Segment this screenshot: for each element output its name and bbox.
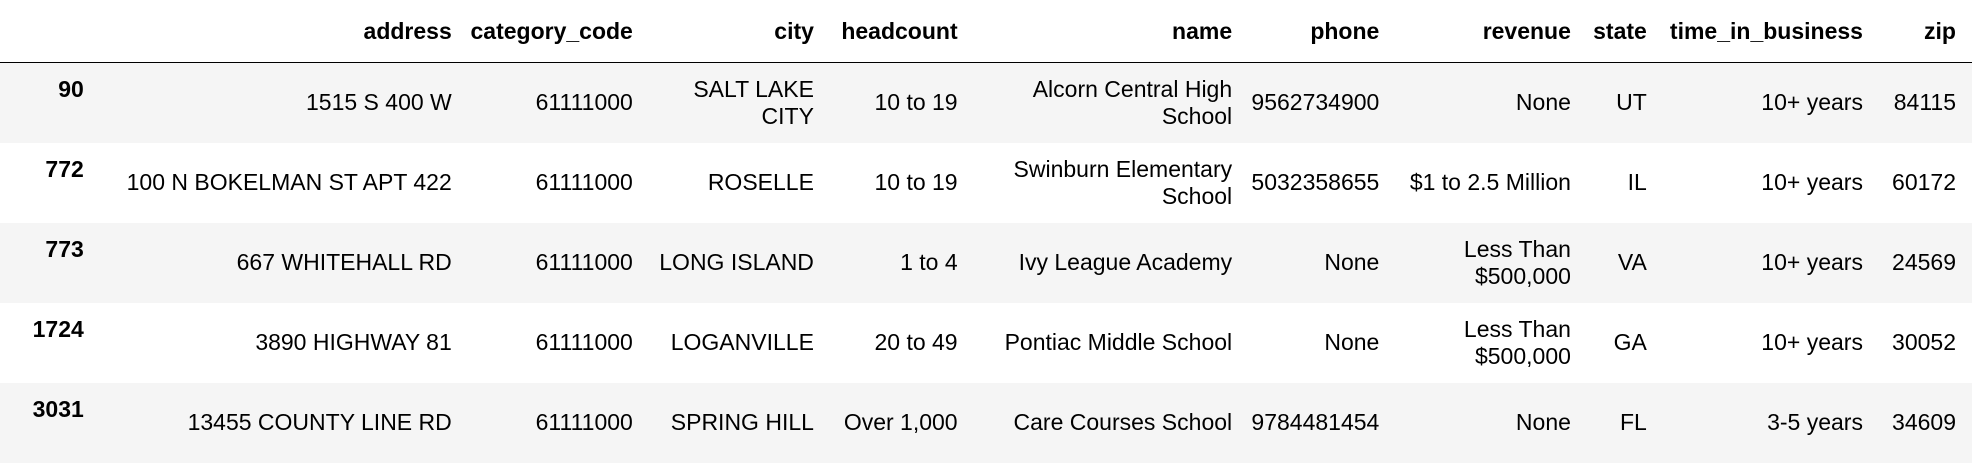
cell-zip: 34609 <box>1892 409 1956 435</box>
cell-address: 100 N BOKELMAN ST APT 422 <box>126 169 452 195</box>
column-header-headcount: headcount <box>825 0 970 63</box>
cell-city: LOGANVILLE <box>670 329 814 355</box>
column-header-phone: phone <box>1244 0 1392 63</box>
column-header-name: name <box>969 0 1245 63</box>
cell-name: Care Courses School <box>1013 409 1233 435</box>
cell-revenue: None <box>1515 409 1571 435</box>
column-header-state: state <box>1582 0 1659 63</box>
cell-city: SPRING HILL <box>670 409 814 435</box>
cell-time-in-business: 10+ years <box>1761 249 1863 275</box>
cell-time-in-business: 10+ years <box>1761 89 1863 116</box>
cell-state: FL <box>1619 409 1647 435</box>
cell-city: LONG ISLAND <box>659 249 814 275</box>
cell-revenue: None <box>1515 89 1571 116</box>
cell-zip: 84115 <box>1893 89 1956 116</box>
cell-revenue: Less Than $500,000 <box>1463 235 1571 289</box>
cell-category-code: 61111000 <box>535 249 633 275</box>
cell-zip: 30052 <box>1892 329 1956 355</box>
column-header-revenue: revenue <box>1391 0 1583 63</box>
cell-category-code: 61111000 <box>535 89 633 116</box>
cell-city: SALT LAKE CITY <box>693 75 814 129</box>
cell-state: UT <box>1616 89 1647 116</box>
cell-time-in-business: 3-5 years <box>1767 409 1863 435</box>
table-row: 3031 13455 COUNTY LINE RD 61111000 SPRIN… <box>0 382 1972 463</box>
table-row: 90 1515 S 400 W 61111000 SALT LAKE CITY … <box>0 62 1972 143</box>
cell-name: Swinburn Elementary School <box>1013 155 1233 209</box>
cell-address: 1515 S 400 W <box>306 89 452 116</box>
cell-revenue: Less Than $500,000 <box>1463 315 1571 369</box>
row-index: 90 <box>58 76 84 102</box>
cell-address: 13455 COUNTY LINE RD <box>187 409 452 435</box>
cell-zip: 60172 <box>1892 169 1956 195</box>
cell-time-in-business: 10+ years <box>1761 329 1863 355</box>
header-row: address category_code city headcount nam… <box>0 0 1972 63</box>
cell-category-code: 61111000 <box>535 329 633 355</box>
cell-name: Ivy League Academy <box>1018 249 1233 275</box>
column-header-address: address <box>95 0 464 63</box>
cell-headcount: 1 to 4 <box>900 249 958 275</box>
cell-state: GA <box>1613 329 1647 355</box>
index-header <box>0 0 96 63</box>
cell-headcount: Over 1,000 <box>843 409 958 435</box>
cell-phone: None <box>1324 249 1380 275</box>
row-index: 773 <box>45 235 84 262</box>
cell-state: VA <box>1617 249 1647 275</box>
table-row: 773 667 WHITEHALL RD 61111000 LONG ISLAN… <box>0 222 1972 303</box>
cell-state: IL <box>1627 169 1647 195</box>
cell-revenue: $1 to 2.5 Million <box>1409 169 1571 195</box>
cell-city: ROSELLE <box>707 169 814 195</box>
cell-phone: 9562734900 <box>1251 89 1380 116</box>
row-index: 1724 <box>32 315 84 342</box>
cell-category-code: 61111000 <box>535 169 633 195</box>
row-index: 772 <box>45 155 84 182</box>
column-header-time-in-business: time_in_business <box>1658 0 1875 63</box>
cell-time-in-business: 10+ years <box>1761 169 1863 195</box>
cell-zip: 24569 <box>1892 249 1956 275</box>
cell-name: Pontiac Middle School <box>1004 329 1233 355</box>
table-body: 90 1515 S 400 W 61111000 SALT LAKE CITY … <box>0 62 1972 463</box>
cell-address: 3890 HIGHWAY 81 <box>255 329 452 355</box>
cell-phone: 5032358655 <box>1251 169 1380 195</box>
table-row: 772 100 N BOKELMAN ST APT 422 61111000 R… <box>0 142 1972 223</box>
cell-headcount: 10 to 19 <box>874 89 958 116</box>
column-header-city: city <box>644 0 826 63</box>
table-header: address category_code city headcount nam… <box>0 0 1972 63</box>
cell-headcount: 20 to 49 <box>874 329 958 355</box>
cell-address: 667 WHITEHALL RD <box>236 249 452 275</box>
cell-name: Alcorn Central High School <box>1032 75 1233 129</box>
row-index: 3031 <box>32 395 84 422</box>
table-row: 1724 3890 HIGHWAY 81 61111000 LOGANVILLE… <box>0 302 1972 383</box>
column-header-category-code: category_code <box>463 0 645 63</box>
cell-phone: None <box>1324 329 1380 355</box>
dataframe-table: address category_code city headcount nam… <box>0 0 1972 463</box>
cell-headcount: 10 to 19 <box>874 169 958 195</box>
cell-phone: 9784481454 <box>1251 409 1380 435</box>
cell-category-code: 61111000 <box>535 409 633 435</box>
column-header-zip: zip <box>1874 0 1972 63</box>
